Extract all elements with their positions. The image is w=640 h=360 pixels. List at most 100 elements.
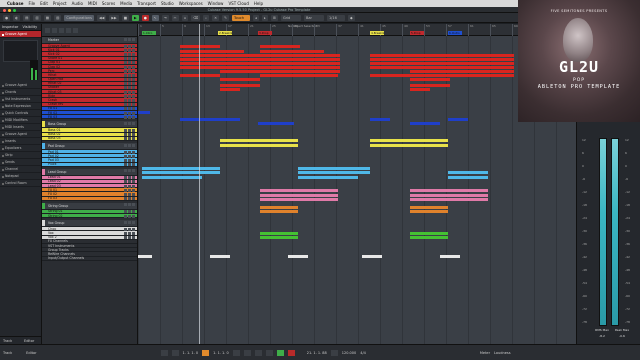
midi-event[interactable] — [448, 118, 468, 121]
read-button[interactable] — [132, 94, 135, 98]
inspector-section[interactable]: Quick Controls — [0, 110, 41, 117]
midi-event[interactable] — [138, 255, 152, 258]
midi-event[interactable] — [298, 176, 358, 179]
read-button[interactable] — [132, 176, 135, 180]
read-button[interactable] — [132, 61, 135, 65]
play-button[interactable] — [276, 349, 284, 356]
solo-button[interactable] — [128, 103, 131, 107]
left-zone-button[interactable]: ▦ — [43, 14, 52, 21]
inspector-section[interactable]: MIDI Modifiers — [0, 117, 41, 124]
quantize-dropdown[interactable]: 1/16 — [326, 14, 345, 21]
tab-editor-bottom[interactable]: Editor — [26, 351, 36, 355]
midi-event[interactable] — [440, 255, 460, 258]
tab-loudness[interactable]: Loudness — [494, 351, 511, 355]
mute-button[interactable] — [124, 99, 127, 103]
mute-button[interactable] — [124, 176, 127, 180]
midi-event[interactable] — [180, 50, 244, 53]
midi-event[interactable] — [260, 50, 324, 53]
read-button[interactable] — [132, 227, 135, 231]
menu-item-workspaces[interactable]: Workspaces — [179, 1, 203, 6]
inspector-track-header[interactable]: Groove Agent — [0, 31, 41, 38]
midi-event[interactable] — [362, 255, 382, 258]
metronome-button[interactable] — [330, 349, 338, 356]
midi-event[interactable] — [370, 58, 514, 61]
midi-event[interactable] — [410, 210, 448, 213]
mute-button[interactable] — [124, 107, 127, 111]
mute-button[interactable] — [124, 48, 127, 52]
tab-inspector[interactable]: Inspector — [0, 24, 21, 30]
mute-button[interactable] — [124, 197, 127, 201]
timeline-ruler[interactable]: No Object Selected 1 5 9 13 17 21 25 29 33 37 41 45… — [138, 24, 576, 36]
read-button[interactable] — [132, 111, 135, 115]
mute-button[interactable] — [124, 121, 127, 125]
midi-event[interactable] — [180, 74, 220, 77]
signature-display[interactable]: 4/4 — [360, 351, 366, 355]
mute-button[interactable] — [124, 128, 127, 132]
left-locator[interactable]: 1. 1. 1. 0 — [183, 351, 199, 355]
read-button[interactable] — [132, 44, 135, 48]
transport-stop-button[interactable]: ■ — [121, 14, 130, 21]
midi-event[interactable] — [260, 194, 338, 197]
read-button[interactable] — [132, 180, 135, 184]
inspector-section[interactable]: Inserts — [0, 138, 41, 145]
solo-button[interactable] — [128, 154, 131, 158]
solo-button[interactable] — [128, 137, 131, 141]
constrain-delay-button[interactable]: ◐ — [13, 14, 21, 21]
midi-event[interactable] — [210, 255, 230, 258]
solo-button[interactable] — [128, 69, 131, 73]
color-picker-button[interactable]: ◆ — [347, 14, 355, 21]
menu-item-edit[interactable]: Edit — [40, 1, 48, 6]
inspector-section[interactable]: Chords — [0, 89, 41, 96]
inspector-section[interactable]: Control Room — [0, 180, 41, 187]
menu-item-project[interactable]: Project — [53, 1, 67, 6]
solo-button[interactable] — [128, 203, 131, 207]
midi-event[interactable] — [220, 70, 340, 73]
midi-event[interactable] — [370, 62, 514, 65]
mute-button[interactable] — [124, 90, 127, 94]
read-button[interactable] — [132, 137, 135, 141]
midi-event[interactable] — [410, 194, 488, 197]
transport-record-button[interactable]: ● — [141, 14, 149, 21]
read-button[interactable] — [132, 65, 135, 69]
read-button[interactable] — [132, 128, 135, 132]
mute-button[interactable] — [124, 236, 127, 240]
midi-event[interactable] — [410, 198, 488, 201]
erase-tool[interactable]: ⌫ — [191, 14, 201, 21]
read-button[interactable] — [132, 103, 135, 107]
midi-event[interactable] — [218, 118, 240, 121]
read-button[interactable] — [132, 37, 135, 41]
solo-button[interactable] — [128, 115, 131, 119]
tab-track[interactable]: Track — [0, 337, 21, 344]
mute-button[interactable] — [124, 231, 127, 235]
minimize-icon[interactable] — [8, 8, 11, 12]
read-button[interactable] — [132, 193, 135, 197]
record-button[interactable] — [287, 349, 295, 356]
midi-event[interactable] — [142, 171, 220, 174]
midi-event[interactable] — [370, 54, 514, 57]
solo-button[interactable] — [128, 180, 131, 184]
solo-button[interactable] — [128, 227, 131, 231]
inspector-section[interactable]: Strip — [0, 152, 41, 159]
tab-meter[interactable]: Meter — [480, 351, 490, 355]
read-button[interactable] — [132, 150, 135, 154]
grid-type-dropdown[interactable]: Bar — [303, 14, 324, 21]
midi-event[interactable] — [448, 171, 488, 174]
midi-event[interactable] — [260, 74, 338, 77]
solo-button[interactable] — [128, 57, 131, 61]
solo-button[interactable] — [128, 158, 131, 162]
read-button[interactable] — [132, 90, 135, 94]
midi-event[interactable] — [410, 74, 514, 77]
zoom-icon[interactable] — [13, 8, 16, 12]
mute-all-icon[interactable] — [52, 27, 57, 33]
solo-button[interactable] — [128, 133, 131, 137]
mute-button[interactable] — [124, 227, 127, 231]
mute-button[interactable] — [124, 73, 127, 77]
mute-button[interactable] — [124, 137, 127, 141]
midi-event[interactable] — [260, 210, 298, 213]
read-button[interactable] — [132, 48, 135, 52]
mute-button[interactable] — [124, 44, 127, 48]
mute-button[interactable] — [124, 158, 127, 162]
close-icon[interactable] — [3, 8, 6, 12]
midi-event[interactable] — [370, 139, 448, 142]
playhead-cursor[interactable] — [199, 24, 200, 344]
